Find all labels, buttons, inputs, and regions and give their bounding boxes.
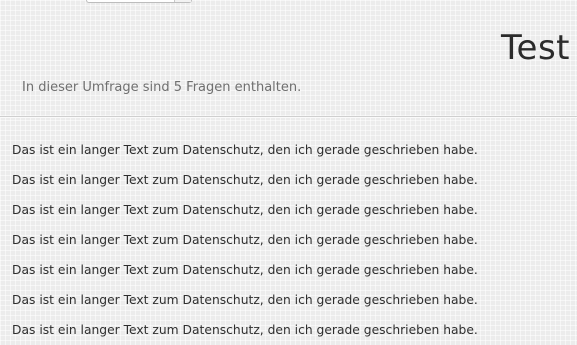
survey-description: In dieser Umfrage sind 5 Fragen enthalte… [22, 80, 302, 95]
privacy-text-line: Das ist ein langer Text zum Datenschutz,… [12, 203, 478, 217]
survey-title: Test [501, 28, 570, 68]
privacy-text-line: Das ist ein langer Text zum Datenschutz,… [12, 143, 478, 157]
privacy-text-line: Das ist ein langer Text zum Datenschutz,… [12, 323, 478, 337]
privacy-text: Das ist ein langer Text zum Datenschutz,… [12, 135, 478, 345]
privacy-text-line: Das ist ein langer Text zum Datenschutz,… [12, 263, 478, 277]
divider [0, 116, 577, 118]
privacy-text-line: Das ist ein langer Text zum Datenschutz,… [12, 293, 478, 307]
chevron-down-icon[interactable] [174, 0, 191, 2]
privacy-text-line: Das ist ein langer Text zum Datenschutz,… [12, 173, 478, 187]
privacy-text-line: Das ist ein langer Text zum Datenschutz,… [12, 233, 478, 247]
language-select[interactable] [86, 0, 192, 3]
